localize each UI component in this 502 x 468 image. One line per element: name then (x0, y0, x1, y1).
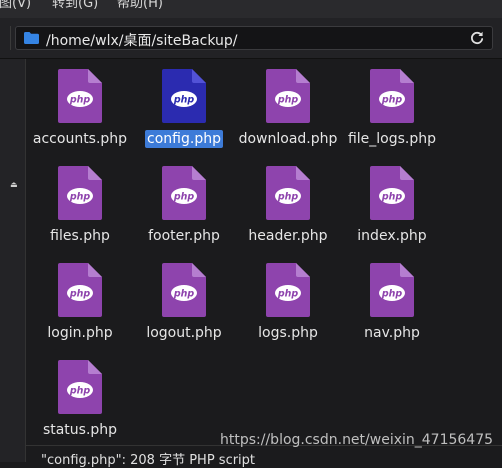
svg-text:php: php (277, 192, 299, 203)
file-name-label: download.php (238, 131, 338, 147)
file-item[interactable]: php accounts.php (28, 69, 132, 148)
file-name-label: logs.php (258, 325, 318, 341)
svg-text:php: php (381, 192, 403, 203)
file-item[interactable]: php files.php (28, 166, 132, 245)
status-text: "config.php": 208 字节 PHP script (41, 453, 256, 468)
svg-text:php: php (69, 386, 91, 397)
file-name-label: logout.php (146, 325, 222, 341)
php-file-icon: php (58, 69, 102, 123)
menu-help[interactable]: 帮助(H) (117, 0, 163, 10)
php-file-icon: php (370, 263, 414, 317)
sidebar: ⏏ (0, 59, 26, 462)
file-name-label: file_logs.php (347, 131, 437, 147)
file-view[interactable]: php accounts.php php config.php php download.… (26, 59, 502, 445)
svg-text:php: php (69, 192, 91, 203)
php-file-icon: php (58, 166, 102, 220)
file-name-label: files.php (50, 228, 110, 244)
location-path[interactable]: /home/wlx/桌面/siteBackup/ (46, 30, 238, 50)
reload-icon[interactable] (469, 30, 485, 46)
file-item[interactable]: php header.php (236, 166, 340, 245)
file-item[interactable]: php nav.php (340, 263, 444, 342)
php-file-icon: php (370, 166, 414, 220)
php-file-icon: php (162, 263, 206, 317)
file-name-label: index.php (357, 228, 427, 244)
php-file-icon: php (58, 263, 102, 317)
file-item[interactable]: php index.php (340, 166, 444, 245)
svg-text:php: php (381, 95, 403, 106)
file-name-label: login.php (47, 325, 113, 341)
svg-text:php: php (277, 95, 299, 106)
file-item[interactable]: php status.php (28, 360, 132, 439)
php-file-icon: php (266, 263, 310, 317)
scrollbar[interactable] (496, 59, 502, 445)
file-name-label: accounts.php (32, 131, 128, 147)
svg-text:php: php (277, 289, 299, 300)
php-file-icon: php (162, 166, 206, 220)
toolbar-grip[interactable] (0, 26, 11, 50)
php-file-icon: php (370, 69, 414, 123)
file-item[interactable]: php file_logs.php (340, 69, 444, 148)
php-file-icon: php (266, 69, 310, 123)
file-name-label: header.php (248, 228, 328, 244)
file-name-label: status.php (42, 422, 118, 438)
svg-text:php: php (173, 289, 195, 300)
file-item[interactable]: php download.php (236, 69, 340, 148)
file-item[interactable]: php login.php (28, 263, 132, 342)
svg-text:php: php (173, 95, 195, 106)
file-item[interactable]: php config.php (132, 69, 236, 148)
menu-view[interactable]: 视图(V) (0, 0, 31, 10)
folder-icon (24, 32, 39, 44)
svg-text:php: php (69, 95, 91, 106)
menu-go[interactable]: 转到(G) (52, 0, 98, 10)
location-bar[interactable]: /home/wlx/桌面/siteBackup/ (15, 26, 493, 50)
svg-text:php: php (381, 289, 403, 300)
php-file-icon: php (266, 166, 310, 220)
php-file-icon: php (162, 69, 206, 123)
file-name-label: config.php (145, 130, 223, 148)
file-item[interactable]: php footer.php (132, 166, 236, 245)
file-name-label: footer.php (148, 228, 220, 244)
file-item[interactable]: php logs.php (236, 263, 340, 342)
php-file-icon: php (58, 360, 102, 414)
watermark-text: https://blog.csdn.net/weixin_47156475 (220, 432, 494, 448)
svg-text:php: php (69, 289, 91, 300)
file-item[interactable]: php logout.php (132, 263, 236, 342)
eject-icon[interactable]: ⏏ (10, 180, 18, 189)
menubar: 视图(V) 转到(G) 帮助(H) (0, 0, 502, 18)
file-name-label: nav.php (364, 325, 420, 341)
svg-text:php: php (173, 192, 195, 203)
